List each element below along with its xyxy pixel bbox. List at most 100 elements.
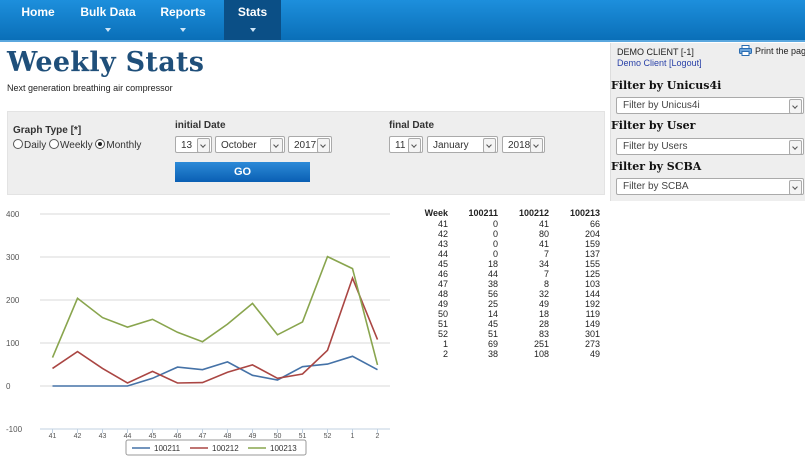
nav-stats[interactable]: Stats (224, 0, 281, 40)
radio-weekly-label: Weekly (60, 140, 93, 151)
table-cell: 44 (487, 269, 498, 279)
printer-icon (739, 45, 752, 56)
chevron-down-icon (180, 28, 186, 32)
radio-daily[interactable] (13, 139, 23, 149)
table-cell: 56 (487, 289, 498, 299)
table-cell: 69 (487, 339, 498, 349)
graph-type-radio-group: Daily Weekly Monthly (13, 139, 141, 151)
y-tick-label: 100 (6, 339, 20, 348)
nav-home[interactable]: Home (10, 0, 66, 40)
initial-month-select[interactable]: October (215, 136, 285, 153)
go-button[interactable]: GO (175, 162, 310, 182)
x-tick-label: 50 (274, 433, 282, 440)
radio-daily-label: Daily (24, 140, 47, 151)
initial-year-value: 2017 (294, 140, 317, 151)
nav-bulk-data-label: Bulk Data (80, 5, 136, 19)
filter-user-select[interactable]: Filter by Users (616, 138, 804, 155)
table-cell: 44 (437, 249, 448, 259)
chevron-down-icon (789, 140, 802, 155)
table-row: 52 51 83 301 (415, 329, 600, 339)
x-tick-label: 41 (49, 433, 57, 440)
table-cell: 0 (492, 219, 498, 229)
filter-user-heading: Filter by User (611, 119, 696, 132)
x-tick-label: 1 (351, 433, 355, 440)
radio-monthly[interactable] (95, 139, 106, 149)
final-day-select[interactable]: 11 (389, 136, 423, 153)
initial-month-value: October (221, 140, 257, 151)
table-cell: 25 (487, 299, 498, 309)
nav-stats-label: Stats (237, 5, 268, 19)
table-cell: 7 (543, 269, 549, 279)
table-cell: 7 (543, 249, 549, 259)
table-row: 1 69 251 273 (415, 339, 600, 349)
top-nav-bar: Home Bulk Data Reports Stats (0, 0, 805, 42)
chevron-down-icon (317, 138, 330, 153)
table-cell: 51 (487, 329, 498, 339)
column-header: 100213 (569, 208, 600, 218)
print-page-button[interactable]: Print the page (739, 45, 805, 56)
table-cell: 80 (538, 229, 549, 239)
table-row: 47 38 8 103 (415, 279, 600, 289)
logout-link[interactable]: [Logout] (669, 58, 702, 68)
table-cell: 8 (543, 279, 549, 289)
table-cell: 41 (538, 239, 549, 249)
table-cell: 204 (584, 229, 600, 239)
series-line-100211 (52, 355, 378, 387)
table-cell: 32 (538, 289, 549, 299)
table-cell: 48 (437, 289, 448, 299)
print-label: Print the page (755, 46, 805, 56)
date-filter-panel: Graph Type [*] Daily Weekly Monthly init… (7, 111, 605, 195)
final-day-value: 11 (395, 140, 406, 151)
y-tick-label: 300 (6, 253, 20, 262)
table-cell: 159 (584, 239, 600, 249)
y-tick-label: -100 (6, 425, 23, 434)
final-year-select[interactable]: 2018 (502, 136, 545, 153)
table-row: 49 25 49 192 (415, 299, 600, 309)
radio-weekly[interactable] (49, 139, 60, 149)
filter-unicus-value: Filter by Unicus4i (623, 100, 700, 111)
page-subtitle: Next generation breathing air compressor (7, 83, 173, 93)
filter-scba-select[interactable]: Filter by SCBA (616, 178, 804, 195)
table-cell: 52 (437, 329, 448, 339)
chevron-down-icon (408, 138, 421, 153)
x-tick-label: 47 (199, 433, 207, 440)
initial-year-select[interactable]: 2017 (288, 136, 332, 153)
table-cell: 0 (492, 249, 498, 259)
table-cell: 301 (584, 329, 600, 339)
table-cell: 0 (492, 229, 498, 239)
x-tick-label: 42 (74, 433, 82, 440)
table-cell: 51 (437, 319, 448, 329)
table-row: 50 14 18 119 (415, 309, 600, 319)
chevron-down-icon (249, 28, 256, 32)
initial-day-select[interactable]: 13 (175, 136, 212, 153)
client-link[interactable]: Demo Client (617, 58, 667, 68)
legend-label: 100211 (154, 444, 181, 453)
nav-reports[interactable]: Reports (150, 0, 216, 40)
table-cell: 49 (437, 299, 448, 309)
column-header: 100211 (468, 208, 498, 218)
filter-unicus-select[interactable]: Filter by Unicus4i (616, 97, 804, 114)
chevron-down-icon (483, 138, 496, 153)
nav-bulk-data[interactable]: Bulk Data (73, 0, 143, 40)
table-cell: 83 (538, 329, 549, 339)
graph-type-label: Graph Type [*] (13, 125, 82, 136)
final-month-select[interactable]: January (427, 136, 498, 153)
table-cell: 103 (584, 279, 600, 289)
y-tick-label: 200 (6, 296, 20, 305)
table-cell: 18 (487, 259, 498, 269)
table-cell: 137 (584, 249, 600, 259)
weekly-stats-table: Week 100211 100212 100213 41 0 41 66 42 0 80 20… (415, 208, 600, 359)
initial-day-value: 13 (181, 140, 193, 151)
client-name: DEMO CLIENT [-1] (617, 47, 694, 57)
table-cell: 28 (538, 319, 549, 329)
table-cell: 49 (538, 299, 549, 309)
table-cell: 45 (437, 259, 448, 269)
table-cell: 108 (533, 349, 549, 359)
legend-label: 100213 (270, 444, 297, 453)
chevron-down-icon (270, 138, 283, 153)
table-cell: 144 (584, 289, 600, 299)
y-tick-label: 0 (6, 382, 11, 391)
x-tick-label: 2 (376, 433, 380, 440)
column-header: 100212 (518, 208, 549, 218)
table-row: 45 18 34 155 (415, 259, 600, 269)
